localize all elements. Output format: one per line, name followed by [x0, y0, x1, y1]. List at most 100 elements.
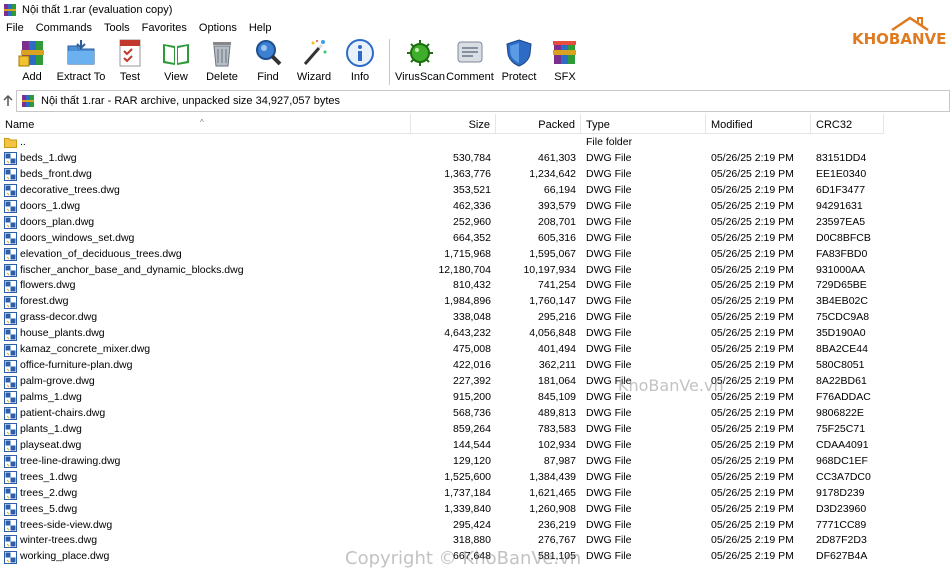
dwg-file-icon [4, 200, 17, 214]
file-packed: 4,056,848 [529, 327, 576, 340]
view-button[interactable]: View [153, 37, 199, 83]
file-row[interactable]: trees_1.dwg 1,525,600 1,384,439 DWG File 05/… [0, 470, 884, 486]
file-modified: 05/26/25 2:19 PM [711, 263, 794, 276]
file-size: 12,180,704 [438, 263, 491, 276]
file-packed: 1,621,465 [529, 486, 576, 499]
file-row[interactable]: trees-side-view.dwg 295,424 236,219 DWG Fil… [0, 518, 884, 534]
info-button[interactable]: Info [337, 37, 383, 83]
file-row[interactable]: grass-decor.dwg 338,048 295,216 DWG File 05/… [0, 310, 884, 326]
comment-button[interactable]: Comment [444, 37, 496, 83]
extract-to-button[interactable]: Extract To [55, 37, 107, 83]
file-row[interactable]: plants_1.dwg 859,264 783,583 DWG File 05/26/… [0, 422, 884, 438]
file-row[interactable]: office-furniture-plan.dwg 422,016 362,211 D… [0, 358, 884, 374]
column-header-type[interactable]: Type [581, 114, 706, 134]
file-row[interactable]: house_plants.dwg 4,643,232 4,056,848 DWG Fi… [0, 326, 884, 342]
sfx-button[interactable]: SFX [542, 37, 588, 83]
dwg-file-icon [4, 439, 17, 453]
file-type: DWG File [586, 183, 632, 196]
dwg-file-icon [4, 152, 17, 166]
column-header-name[interactable]: Name ^ [0, 114, 411, 134]
file-row[interactable]: doors_1.dwg 462,336 393,579 DWG File 05/26/2… [0, 199, 884, 215]
file-row[interactable]: decorative_trees.dwg 353,521 66,194 DWG Fil… [0, 183, 884, 199]
file-row[interactable]: winter-trees.dwg 318,880 276,767 DWG File 05… [0, 533, 884, 549]
file-row[interactable]: elevation_of_deciduous_trees.dwg 1,715,96… [0, 247, 884, 263]
menu-tools[interactable]: Tools [98, 20, 136, 36]
file-crc32: 729D65BE [816, 279, 867, 292]
file-row[interactable]: working_place.dwg 667,648 581,105 DWG File 0… [0, 549, 884, 565]
file-name: fischer_anchor_base_and_dynamic_blocks.d… [20, 263, 244, 276]
test-button[interactable]: Test [107, 37, 153, 83]
file-type: DWG File [586, 231, 632, 244]
file-name: palm-grove.dwg [20, 375, 95, 388]
file-row[interactable]: beds_1.dwg 530,784 461,303 DWG File 05/26/25… [0, 151, 884, 167]
file-name: palms_1.dwg [20, 391, 82, 403]
dwg-file-icon [4, 359, 17, 373]
file-size: 1,715,968 [444, 247, 491, 260]
up-one-level-button[interactable] [0, 90, 16, 112]
file-size: 475,008 [453, 343, 491, 356]
file-name: patient-chairs.dwg [20, 406, 106, 419]
file-size: 1,363,776 [444, 167, 491, 180]
file-row[interactable]: kamaz_concrete_mixer.dwg 475,008 401,494 DW… [0, 342, 884, 358]
dwg-file-icon [4, 216, 17, 230]
file-row[interactable]: tree-line-drawing.dwg 129,120 87,987 DWG Fi… [0, 454, 884, 470]
file-modified: 05/26/25 2:19 PM [711, 343, 794, 356]
address-bar[interactable]: Nội thất 1.rar - RAR archive, unpacked s… [16, 90, 950, 112]
file-name-cell: forest.dwg [0, 294, 411, 310]
column-header-packed[interactable]: Packed [496, 114, 581, 134]
file-modified: 05/26/25 2:19 PM [711, 247, 794, 260]
file-modified: 05/26/25 2:19 PM [711, 486, 794, 499]
file-type: DWG File [586, 311, 632, 324]
delete-button[interactable]: Delete [199, 37, 245, 83]
column-header-modified[interactable]: Modified [706, 114, 811, 134]
file-row[interactable]: patient-chairs.dwg 568,736 489,813 DWG File… [0, 406, 884, 422]
file-row[interactable]: palm-grove.dwg 227,392 181,064 DWG File 05/2… [0, 374, 884, 390]
file-name: doors_plan.dwg [20, 215, 95, 228]
file-crc32: D3D23960 [816, 502, 867, 515]
menu-favorites[interactable]: Favorites [136, 20, 193, 36]
menu-file[interactable]: File [0, 20, 30, 36]
dwg-file-icon [4, 471, 17, 485]
window-title: Nội thất 1.rar (evaluation copy) [22, 4, 173, 16]
file-crc32: 83151DD4 [816, 151, 867, 164]
menu-help[interactable]: Help [243, 20, 278, 36]
add-button[interactable]: Add [9, 37, 55, 83]
file-row[interactable]: doors_windows_set.dwg 664,352 605,316 DWG F… [0, 231, 884, 247]
file-crc32: 7771CC89 [816, 518, 867, 531]
file-packed: 1,260,908 [529, 502, 576, 515]
file-crc32: F76ADDAC [816, 391, 871, 403]
column-header-crc32[interactable]: CRC32 [811, 114, 884, 134]
file-modified: 05/26/25 2:19 PM [711, 151, 794, 164]
file-type: DWG File [586, 470, 632, 483]
find-button[interactable]: Find [245, 37, 291, 83]
file-row[interactable]: .. File folder [0, 135, 884, 151]
file-row[interactable]: playseat.dwg 144,544 102,934 DWG File 05/26/… [0, 438, 884, 454]
file-row[interactable]: beds_front.dwg 1,363,776 1,234,642 DWG File… [0, 167, 884, 183]
file-row[interactable]: flowers.dwg 810,432 741,254 DWG File 05/26/2… [0, 278, 884, 294]
file-size: 295,424 [453, 518, 491, 531]
menu-options[interactable]: Options [193, 20, 243, 36]
file-type: DWG File [586, 167, 632, 180]
file-crc32: 9806822E [816, 406, 864, 419]
file-crc32: 968DC1EF [816, 454, 868, 467]
file-type: File folder [586, 136, 633, 148]
file-packed: 461,303 [538, 151, 576, 164]
virusscan-button[interactable]: VirusScan [395, 37, 445, 83]
file-crc32: 580C8051 [816, 359, 865, 372]
protect-button[interactable]: Protect [496, 37, 542, 83]
file-size: 1,525,600 [444, 470, 491, 483]
file-row[interactable]: doors_plan.dwg 252,960 208,701 DWG File 05/2… [0, 215, 884, 231]
file-row[interactable]: forest.dwg 1,984,896 1,760,147 DWG File 05/2… [0, 294, 884, 310]
test-icon [119, 39, 141, 67]
file-row[interactable]: palms_1.dwg 915,200 845,109 DWG File 05/26/2… [0, 390, 884, 406]
list-header: Name ^ Size Packed Type Modified CRC32 [0, 114, 884, 134]
wizard-button[interactable]: Wizard [291, 37, 337, 83]
menu-commands[interactable]: Commands [30, 20, 98, 36]
column-header-size[interactable]: Size [411, 114, 496, 134]
file-row[interactable]: trees_2.dwg 1,737,184 1,621,465 DWG File 05/… [0, 486, 884, 502]
file-packed: 741,254 [538, 279, 576, 292]
file-name-cell: beds_front.dwg [0, 167, 411, 183]
file-row[interactable]: fischer_anchor_base_and_dynamic_blocks.d… [0, 263, 884, 279]
file-row[interactable]: trees_5.dwg 1,339,840 1,260,908 DWG File 05/… [0, 502, 884, 518]
dwg-file-icon [4, 168, 17, 182]
